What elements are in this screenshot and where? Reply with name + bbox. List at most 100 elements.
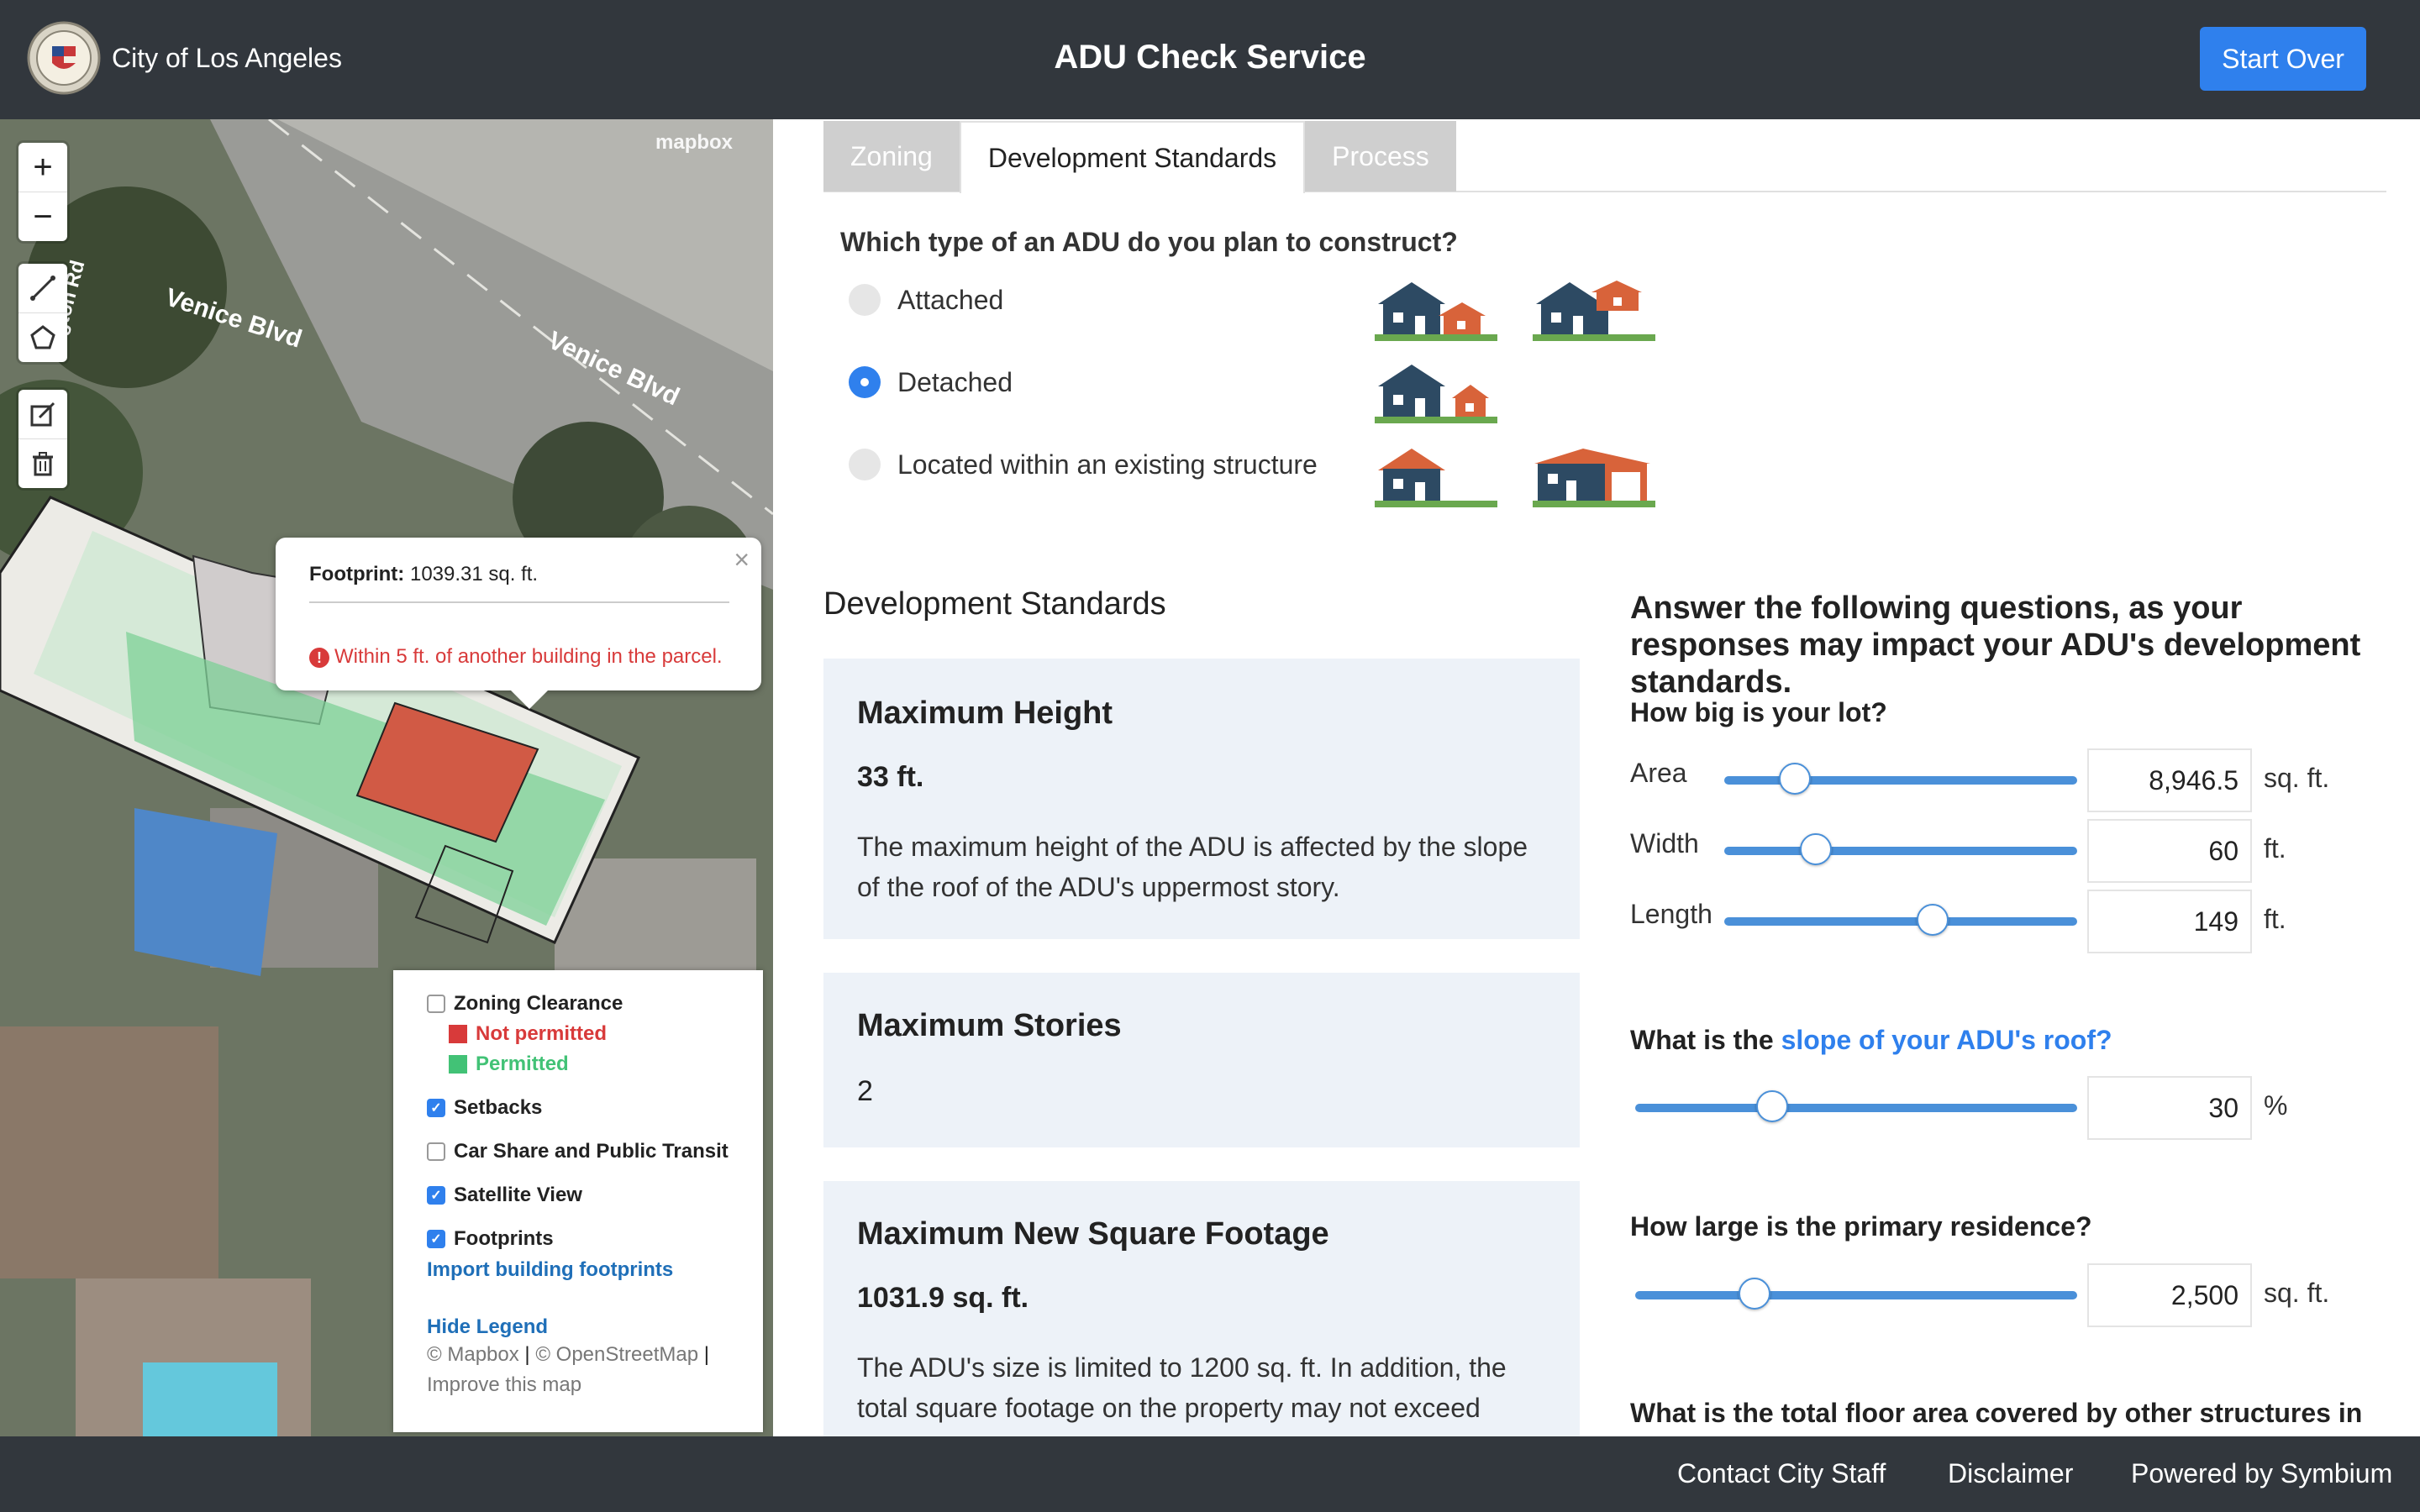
radio-button-selected[interactable] — [849, 366, 881, 398]
edit-control — [18, 390, 67, 488]
area-input[interactable] — [2087, 748, 2252, 812]
tab-process[interactable]: Process — [1305, 121, 1456, 192]
area-label: Area — [1630, 757, 1687, 788]
edit-button[interactable] — [18, 390, 67, 439]
roof-slope-link[interactable]: slope of your ADU's roof? — [1781, 1025, 2112, 1055]
zoom-control: + − — [18, 143, 67, 241]
roof-slope-slider[interactable] — [1635, 1090, 2077, 1122]
satellite-view-checkbox[interactable]: ✓ — [427, 1186, 445, 1205]
permitted-label: Permitted — [476, 1053, 569, 1075]
city-name[interactable]: City of Los Angeles — [112, 43, 342, 74]
primary-residence-unit: sq. ft. — [2264, 1278, 2330, 1308]
width-slider-thumb[interactable] — [1800, 833, 1833, 865]
radio-button[interactable] — [849, 449, 881, 480]
delete-button[interactable] — [18, 439, 67, 488]
length-unit: ft. — [2264, 904, 2286, 934]
area-slider[interactable] — [1724, 763, 2077, 795]
max-square-footage-card: Maximum New Square Footage 1031.9 sq. ft… — [823, 1181, 1580, 1436]
draw-polygon-button[interactable] — [18, 313, 67, 362]
other-structures-question: What is the total floor area covered by … — [1630, 1398, 2363, 1428]
mapbox-attribution-link[interactable]: © Mapbox — [427, 1343, 519, 1366]
disclaimer-link[interactable]: Disclaimer — [1948, 1458, 2073, 1489]
lot-size-question: How big is your lot? — [1630, 697, 1887, 727]
radio-detached[interactable]: Detached — [849, 366, 1013, 398]
card-value: 2 — [857, 1075, 873, 1107]
max-height-card: Maximum Height 33 ft. The maximum height… — [823, 659, 1580, 939]
popup-divider — [309, 601, 729, 603]
map-attribution: © Mapbox | © OpenStreetMap | Improve thi… — [427, 1343, 709, 1396]
radio-attached[interactable]: Attached — [849, 284, 1003, 316]
width-slider[interactable] — [1724, 833, 2077, 865]
length-input[interactable] — [2087, 890, 2252, 953]
draw-control — [18, 264, 67, 362]
roof-slope-input[interactable] — [2087, 1076, 2252, 1140]
card-description: The maximum height of the ADU is affecte… — [857, 832, 1528, 902]
card-description: The ADU's size is limited to 1200 sq. ft… — [857, 1352, 1507, 1423]
area-slider-thumb[interactable] — [1779, 763, 1811, 795]
start-over-button[interactable]: Start Over — [2200, 27, 2366, 91]
tab-development-standards[interactable]: Development Standards — [959, 121, 1306, 193]
card-title: Maximum Stories — [857, 1008, 1122, 1043]
setbacks-label: Setbacks — [454, 1096, 543, 1119]
warning-text: Within 5 ft. of another building in the … — [334, 645, 723, 668]
footprints-checkbox[interactable]: ✓ — [427, 1230, 445, 1248]
footprints-label: Footprints — [454, 1227, 554, 1250]
warning-icon: ! — [309, 648, 329, 668]
card-title: Maximum Height — [857, 696, 1113, 731]
questions-intro: Answer the following questions, as your … — [1630, 591, 2361, 700]
footprint-info: Footprint: 1039.31 sq. ft. — [309, 563, 538, 586]
width-input[interactable] — [2087, 819, 2252, 883]
legend-setbacks[interactable]: ✓ Setbacks — [427, 1096, 542, 1120]
import-footprints-link[interactable]: Import building footprints — [427, 1258, 673, 1282]
primary-residence-slider[interactable] — [1635, 1278, 2077, 1310]
zoning-clearance-checkbox[interactable] — [427, 995, 445, 1013]
car-share-checkbox[interactable] — [427, 1142, 445, 1161]
length-slider[interactable] — [1724, 904, 2077, 936]
city-seal-icon[interactable] — [27, 21, 101, 95]
legend-car-share[interactable]: Car Share and Public Transit — [427, 1140, 729, 1163]
edit-icon — [30, 402, 55, 427]
map-view[interactable]: Venice Blvd Venice Blvd lington Rd mapbo… — [0, 119, 773, 1436]
zoom-out-button[interactable]: − — [18, 192, 67, 241]
setbacks-checkbox[interactable]: ✓ — [427, 1099, 445, 1117]
garage-conversion-illustration-icon — [1533, 449, 1655, 507]
width-unit: ft. — [2264, 833, 2286, 864]
car-share-label: Car Share and Public Transit — [454, 1140, 729, 1163]
trash-icon — [33, 452, 53, 476]
hide-legend-link[interactable]: Hide Legend — [427, 1315, 548, 1339]
app-title: ADU Check Service — [1054, 39, 1366, 76]
contact-city-staff-link[interactable]: Contact City Staff — [1677, 1458, 1886, 1489]
radio-existing-structure[interactable]: Located within an existing structure — [849, 449, 1318, 480]
roof-slope-unit: % — [2264, 1090, 2288, 1121]
card-value: 33 ft. — [857, 761, 924, 793]
legend-satellite-view[interactable]: ✓ Satellite View — [427, 1184, 582, 1207]
satellite-view-label: Satellite View — [454, 1184, 582, 1206]
primary-residence-slider-thumb[interactable] — [1739, 1278, 1771, 1310]
footprint-label: Footprint: — [309, 563, 405, 585]
map-legend: Zoning Clearance Not permitted Permitted… — [393, 970, 763, 1432]
primary-residence-question: How large is the primary residence? — [1630, 1211, 2092, 1242]
popup-close-button[interactable]: × — [734, 544, 750, 575]
roof-slope-slider-thumb[interactable] — [1756, 1090, 1789, 1122]
length-slider-row: Length — [1630, 882, 1723, 946]
zoom-in-button[interactable]: + — [18, 143, 67, 192]
radio-label: Located within an existing structure — [897, 449, 1318, 480]
osm-attribution-link[interactable]: © OpenStreetMap — [535, 1343, 698, 1366]
primary-residence-input[interactable] — [2087, 1263, 2252, 1327]
legend-footprints[interactable]: ✓ Footprints — [427, 1227, 554, 1251]
detached-adu-illustration-icon — [1375, 365, 1497, 423]
footprint-value: 1039.31 sq. ft. — [409, 563, 539, 585]
draw-line-button[interactable] — [18, 264, 67, 313]
legend-zoning-clearance[interactable]: Zoning Clearance — [427, 992, 623, 1016]
radio-button[interactable] — [849, 284, 881, 316]
area-unit: sq. ft. — [2264, 763, 2330, 793]
improve-map-link[interactable]: Improve this map — [427, 1373, 581, 1396]
mapbox-logo[interactable]: mapbox — [655, 131, 733, 155]
length-slider-thumb[interactable] — [1916, 904, 1949, 936]
proximity-warning: ! Within 5 ft. of another building in the… — [309, 645, 723, 669]
powered-by-symbium-link[interactable]: Powered by Symbium — [2131, 1458, 2392, 1489]
app-header: City of Los Angeles ADU Check Service St… — [0, 0, 2420, 119]
tab-zoning[interactable]: Zoning — [823, 121, 960, 192]
radio-label: Detached — [897, 366, 1013, 397]
conversion-adu-illustration-icon — [1375, 449, 1497, 507]
